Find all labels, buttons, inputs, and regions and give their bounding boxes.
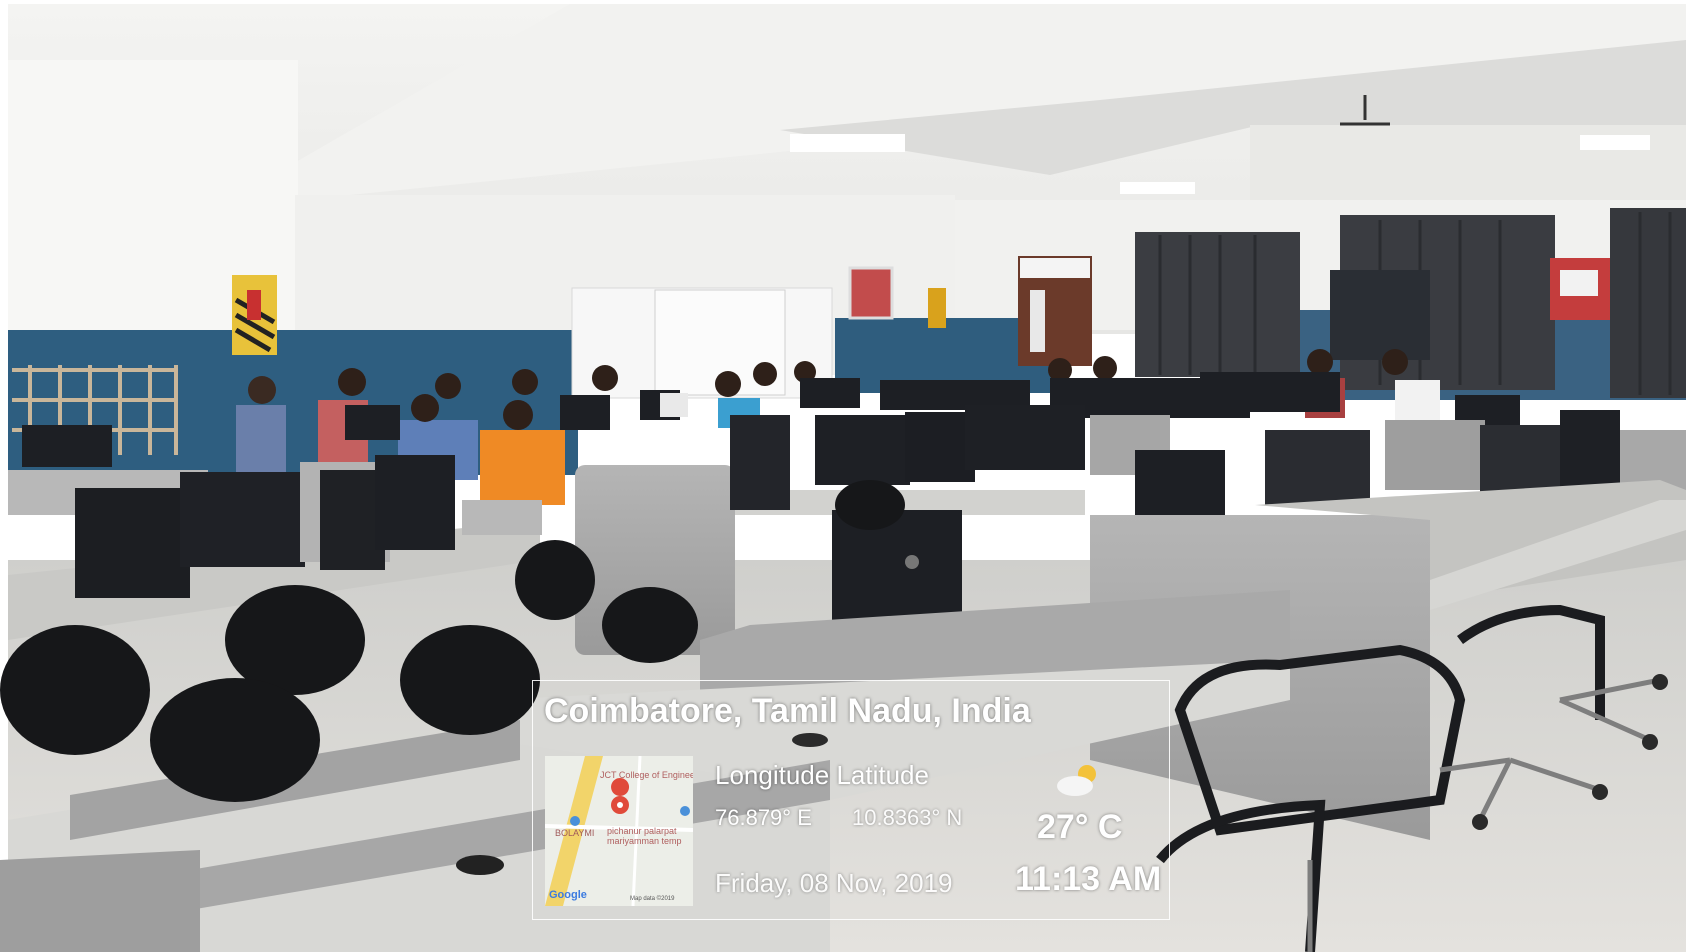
latitude-value: 10.8363° N [852, 805, 963, 830]
time-value: 11:13 AM [1015, 860, 1162, 898]
location-title: Coimbatore, Tamil Nadu, India [544, 692, 1031, 730]
map-label-college: JCT College of Engineering and... [600, 770, 693, 780]
map-label-temple: pichanur palarpat mariyamman temp [607, 826, 682, 846]
monitor [832, 510, 962, 630]
ceiling-light [790, 134, 905, 152]
monitor [1265, 430, 1370, 505]
mini-map: JCT College of Engineering and... BOLAYM… [545, 756, 693, 906]
partly-cloudy-icon [1055, 760, 1105, 800]
ceiling-light [1120, 182, 1195, 194]
ceiling-light [1580, 135, 1650, 150]
temperature-value: 27° C [1037, 808, 1123, 846]
longitude-value: 76.879° E [715, 805, 812, 830]
monitor [180, 472, 305, 567]
date-value: Friday, 08 Nov, 2019 [715, 868, 953, 898]
map-label-left: BOLAYMI [555, 828, 595, 838]
map-credit: Map data ©2019 [630, 896, 675, 902]
wall-screen [1330, 270, 1430, 360]
cpu-tower [75, 488, 190, 598]
coordinates-heading: Longitude Latitude [715, 760, 929, 790]
curtain [1610, 208, 1686, 398]
google-logo: Google [549, 889, 587, 901]
